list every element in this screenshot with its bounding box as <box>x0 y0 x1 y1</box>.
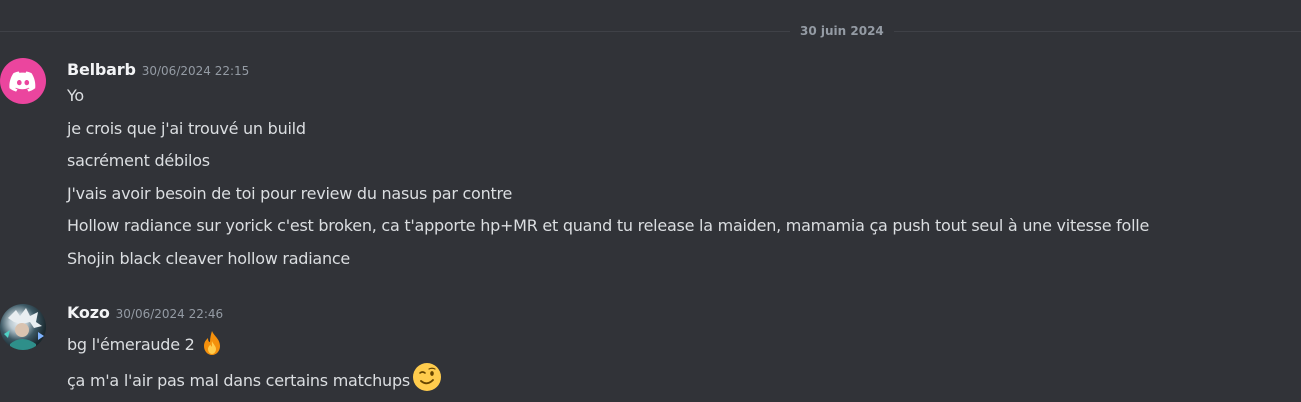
username[interactable]: Belbarb <box>67 60 136 79</box>
message-line: J'vais avoir besoin de toi pour review d… <box>67 184 513 203</box>
message-line: sacrément débilos <box>67 151 210 170</box>
timestamp[interactable]: 30/06/2024 22:46 <box>116 307 224 321</box>
message-line: Yo <box>67 86 84 105</box>
timestamp[interactable]: 30/06/2024 22:15 <box>142 64 250 78</box>
message-line: je crois que j'ai trouvé un build <box>67 119 306 138</box>
winking-face-emoji-icon[interactable] <box>412 362 442 398</box>
anime-avatar-image <box>4 308 44 350</box>
message-text: bg l'émeraude 2 <box>67 335 195 354</box>
message-line: Hollow radiance sur yorick c'est broken,… <box>67 216 1150 235</box>
date-divider-line <box>0 31 1301 32</box>
date-divider-label: 30 juin 2024 <box>790 23 894 39</box>
discord-logo-icon <box>9 71 36 92</box>
fire-emoji-icon[interactable] <box>199 330 225 362</box>
message-line: bg l'émeraude 2 <box>67 330 225 362</box>
avatar[interactable] <box>0 304 46 350</box>
chat-messages-area: 30 juin 2024 Belbarb 30/06/2024 22:15 Yo … <box>0 0 1301 402</box>
message-line: ça m'a l'air pas mal dans certains match… <box>67 362 442 398</box>
message-text: ça m'a l'air pas mal dans certains match… <box>67 371 410 390</box>
message-line: Shojin black cleaver hollow radiance <box>67 249 350 268</box>
message-header: Kozo 30/06/2024 22:46 <box>67 302 223 325</box>
username[interactable]: Kozo <box>67 303 110 322</box>
avatar[interactable] <box>0 58 46 104</box>
message-header: Belbarb 30/06/2024 22:15 <box>67 59 249 82</box>
